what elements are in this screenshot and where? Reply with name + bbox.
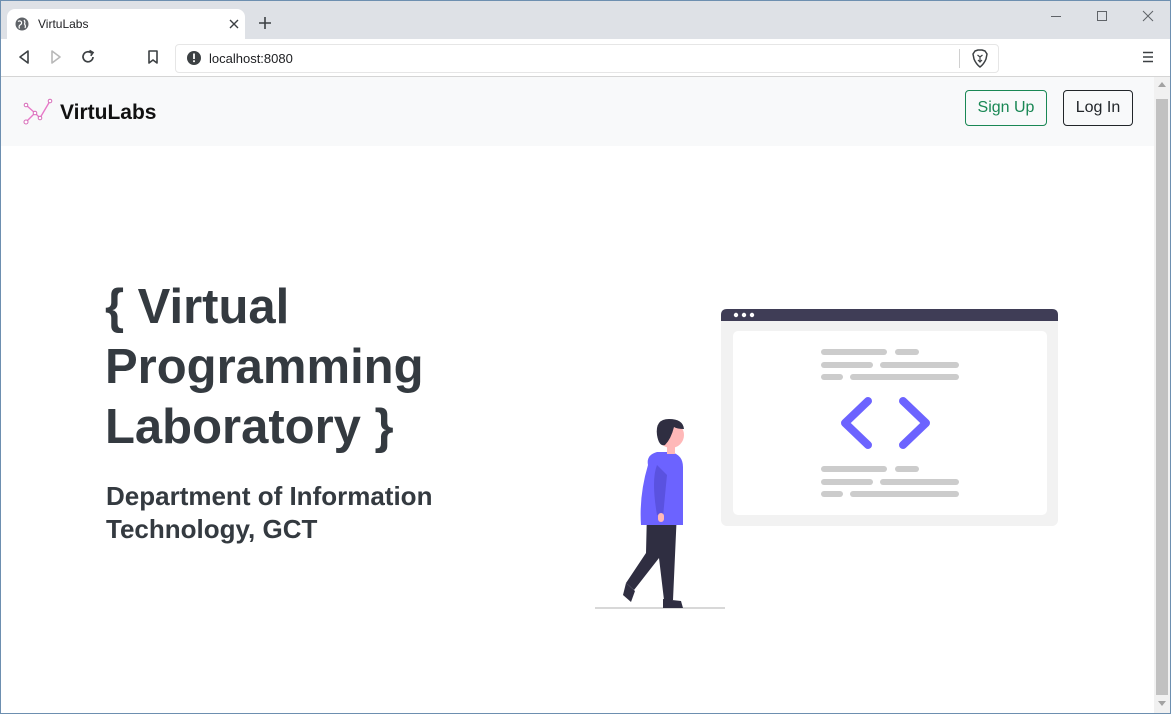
brand-name[interactable]: VirtuLabs bbox=[60, 101, 156, 125]
minimize-icon[interactable] bbox=[1045, 7, 1067, 25]
globe-icon bbox=[15, 17, 29, 31]
sign-up-button[interactable]: Sign Up bbox=[965, 90, 1047, 126]
address-bar-divider bbox=[959, 49, 960, 68]
browser-tab[interactable]: VirtuLabs bbox=[7, 9, 245, 39]
vertical-scrollbar[interactable] bbox=[1154, 77, 1170, 713]
hero-title: { Virtual Programming Laboratory } bbox=[105, 280, 424, 454]
scroll-up-arrow-icon[interactable] bbox=[1158, 81, 1166, 87]
code-window bbox=[721, 309, 1058, 526]
hamburger-menu-icon[interactable] bbox=[1139, 48, 1157, 66]
browser-toolbar: localhost:8080 bbox=[1, 39, 1170, 77]
info-icon[interactable] bbox=[186, 50, 202, 66]
close-icon[interactable] bbox=[1137, 7, 1159, 25]
reload-icon[interactable] bbox=[79, 48, 97, 66]
brave-shield-icon[interactable] bbox=[971, 49, 989, 68]
maximize-icon[interactable] bbox=[1091, 7, 1113, 25]
url-text[interactable]: localhost:8080 bbox=[209, 51, 293, 66]
tab-close-icon[interactable] bbox=[225, 15, 243, 33]
site-navbar: VirtuLabs Sign Up Log In bbox=[1, 77, 1154, 146]
forward-arrow-icon[interactable] bbox=[47, 48, 65, 66]
scroll-down-arrow-icon[interactable] bbox=[1158, 701, 1166, 707]
page-viewport: VirtuLabs Sign Up Log In { Virtual Progr… bbox=[1, 77, 1170, 713]
log-in-button[interactable]: Log In bbox=[1063, 90, 1133, 126]
walking-person bbox=[595, 419, 725, 609]
browser-window: VirtuLabs localhost:8080 VirtuLabs Sign … bbox=[0, 0, 1171, 714]
tab-strip: VirtuLabs bbox=[1, 1, 1170, 39]
tab-title: VirtuLabs bbox=[38, 17, 89, 31]
bookmark-icon[interactable] bbox=[144, 48, 162, 66]
virtulabs-logo-icon bbox=[23, 98, 53, 125]
back-arrow-icon[interactable] bbox=[15, 48, 33, 66]
plus-icon[interactable] bbox=[256, 14, 274, 32]
address-bar[interactable]: localhost:8080 bbox=[175, 44, 999, 73]
person-walking-to-code-window-illustration bbox=[595, 309, 1058, 609]
scrollbar-thumb[interactable] bbox=[1156, 99, 1168, 695]
hero-subtitle: Department of Information Technology, GC… bbox=[106, 481, 433, 544]
